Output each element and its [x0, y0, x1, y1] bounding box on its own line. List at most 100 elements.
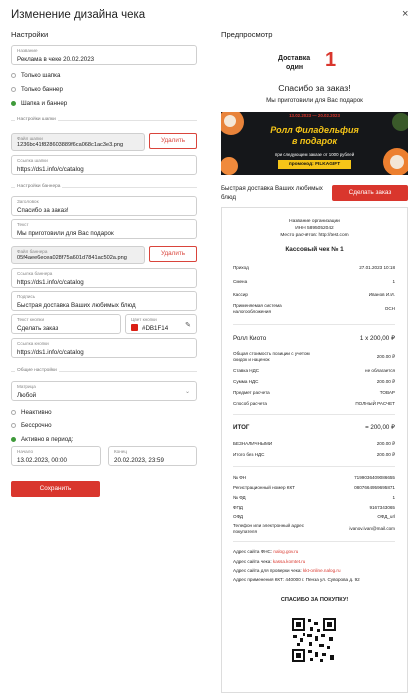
receipt-value: 9167343065 — [369, 505, 395, 510]
banner-promo-code: промокод: FILKAGIFT — [278, 160, 351, 169]
radio-label: Только шапка — [21, 72, 61, 79]
receipt-key: Способ расчета — [233, 401, 267, 406]
receipt-key: ФПД — [233, 505, 243, 510]
eyedropper-icon[interactable]: ✎ — [185, 321, 191, 329]
receipt-key: Применяемая система налогообложения — [233, 303, 282, 314]
header-link-value: https://ds1.info/c/catalog — [17, 166, 84, 173]
header-settings-group: Настройки шапки — [15, 117, 58, 122]
end-value: 20.02.2023, 23:59 — [114, 457, 164, 464]
receipt-value: 1 — [392, 279, 395, 284]
end-label: Конец — [114, 449, 127, 454]
radio-inactive[interactable]: Неактивно — [11, 409, 52, 416]
receipt-total-value: = 200,00 ₽ — [365, 424, 395, 431]
header-file-value: 1236bc41f828603889f6ca068c1ac3e3.png — [17, 142, 124, 148]
receipt-key: БЕЗНАЛИЧНЫМИ — [233, 441, 273, 446]
check-link[interactable]: kkt-online.nalog.ru — [303, 568, 341, 573]
radio-dot — [11, 423, 16, 428]
caption-value: Быстрая доставка Ваших любимых блюд — [17, 302, 136, 309]
receipt-inn: ИНН 5895052042 — [295, 226, 334, 231]
preview-thanks: Спасибо за заказ! — [278, 83, 351, 93]
receipt-value: 200.00 ₽ — [376, 452, 395, 457]
save-button[interactable]: Сохранить — [11, 481, 100, 497]
logo-text-2: один — [286, 64, 304, 71]
check-label: Адрес сайта для проверки чека: — [233, 568, 302, 573]
banner-link-label: Ссылка баннера — [17, 271, 53, 276]
radio-unlimited[interactable]: Бессрочно — [11, 422, 52, 429]
chevron-down-icon: ⌄ — [184, 389, 190, 395]
header-file-field[interactable]: Файл шапки 1236bc41f828603889f6ca068c1ac… — [11, 133, 145, 151]
banner-file-field[interactable]: Файл баннера 05f4aee6ecea028f75a601d7841… — [11, 246, 145, 264]
fns-label: Адрес сайта ФНС: — [233, 549, 273, 554]
receipt-key: Телефон или электронный адрес покупателя — [233, 523, 305, 534]
receipt-key: Смена — [233, 279, 248, 284]
receipt-divider — [233, 541, 395, 542]
radio-label: Активно в период: — [21, 436, 74, 443]
button-text-value: Сделать заказ — [17, 325, 59, 332]
radio-label: Шапка и баннер — [21, 100, 68, 107]
receipt-value: 7199036409086655 — [354, 475, 395, 480]
receipt-key: Сумма НДС — [233, 379, 259, 384]
radio-banner-only[interactable]: Только баннер — [11, 86, 63, 93]
close-icon[interactable]: × — [402, 8, 408, 20]
preview-gift: Мы приготовили для Вас подарок — [266, 97, 363, 104]
receipt-total-label: ИТОГ — [233, 424, 250, 431]
button-text-label: Текст кнопки — [17, 317, 45, 322]
button-color-label: Цвет кнопки — [131, 317, 157, 322]
start-date-field[interactable]: Начало 13.02.2023, 00:00 — [11, 446, 101, 466]
delete-header-button[interactable]: Удалить — [149, 133, 197, 149]
banner-headline-1: Ролл Филадельфия — [270, 125, 359, 135]
button-color-value: #DB1F14 — [142, 325, 169, 332]
radio-header-only[interactable]: Только шапка — [11, 72, 60, 79]
receipt-value: 200.00 ₽ — [376, 354, 395, 359]
button-link-value: https://ds1.info/c/catalog — [17, 349, 84, 356]
banner-text-field[interactable]: Текст Мы приготовили для Вас подарок — [11, 219, 197, 239]
banner-title-field[interactable]: Заголовок Спасибо за заказ! — [11, 196, 197, 216]
receipt-thanks: СПАСИБО ЗА ПОКУПКУ! — [280, 597, 349, 603]
banner-settings-group: Настройки баннера — [15, 184, 63, 189]
radio-dot — [11, 410, 16, 415]
matrix-select[interactable]: Матрица Любой ⌄ — [11, 381, 197, 401]
banner-file-label: Файл баннера — [17, 249, 48, 254]
matrix-value: Любой — [17, 392, 37, 399]
receipt-check-title: Кассовый чек № 1 — [285, 246, 344, 253]
radio-label: Только баннер — [21, 86, 63, 93]
receipt-value: ПОЛНЫЙ РАСЧЕТ — [355, 401, 395, 406]
receipt-value: не облагается — [365, 368, 395, 373]
button-text-field[interactable]: Текст кнопки Сделать заказ — [11, 314, 121, 334]
caption-field[interactable]: Подпись Быстрая доставка Ваших любимых б… — [11, 291, 197, 311]
order-button[interactable]: Сделать заказ — [332, 185, 408, 201]
receipt-item-qty: 1 x 200,00 ₽ — [359, 335, 395, 342]
site-link[interactable]: kassa.komtet.ru — [273, 559, 305, 564]
receipt-org: Название организации — [289, 219, 340, 224]
banner-text-value: Мы приготовили для Вас подарок — [17, 230, 114, 237]
settings-heading: Настройки — [11, 30, 49, 39]
header-link-field[interactable]: Ссылка шапки https://ds1.info/c/catalog — [11, 155, 197, 175]
site-label: Адрес сайта чека: — [233, 559, 272, 564]
end-date-field[interactable]: Конец 20.02.2023, 23:59 — [108, 446, 197, 466]
receipt-value: 27.01.2023 10:18 — [359, 265, 395, 270]
promo-banner[interactable]: 13.02.2023 — 20.02.2023 Ролл Филадельфия… — [221, 112, 408, 175]
radio-dot-selected — [11, 437, 16, 442]
receipt-key: № ФН — [233, 475, 247, 480]
start-value: 13.02.2023, 00:00 — [17, 457, 67, 464]
button-link-field[interactable]: Ссылка кнопки https://ds1.info/c/catalog — [11, 338, 197, 358]
name-value: Реклама в чеке 20.02.2023 — [17, 56, 95, 63]
receipt-key: Общая стоимость позиции с учетом скидок … — [233, 351, 310, 362]
fns-link[interactable]: nalog.gov.ru — [273, 549, 298, 554]
receipt-key: Регистрационный номер ККТ — [233, 485, 295, 490]
receipt-value: 200.00 ₽ — [376, 379, 395, 384]
radio-header-and-banner[interactable]: Шапка и баннер — [11, 100, 67, 107]
general-settings-group: Общие настройки — [15, 368, 59, 373]
receipt-key: Приход — [233, 265, 249, 270]
delete-banner-button[interactable]: Удалить — [149, 246, 197, 262]
preview-caption: Быстрая доставка Ваших любимых блюд — [221, 185, 323, 201]
banner-link-field[interactable]: Ссылка баннера https://ds1.info/c/catalo… — [11, 268, 197, 288]
receipt-item-name: Ролл Киото — [233, 335, 267, 342]
banner-file-value: 05f4aee6ecea028f75a601d7841ac502a.png — [17, 255, 127, 261]
name-field[interactable]: Название Реклама в чеке 20.02.2023 — [11, 45, 197, 65]
receipt-value: 0807664959695871 — [354, 485, 395, 490]
radio-active-period[interactable]: Активно в период: — [11, 436, 73, 443]
dialog-title: Изменение дизайна чека — [11, 9, 146, 21]
button-color-field[interactable]: Цвет кнопки #DB1F14 ✎ — [125, 314, 197, 334]
receipt-value: ivanov.ivan@mail.com — [349, 526, 395, 531]
